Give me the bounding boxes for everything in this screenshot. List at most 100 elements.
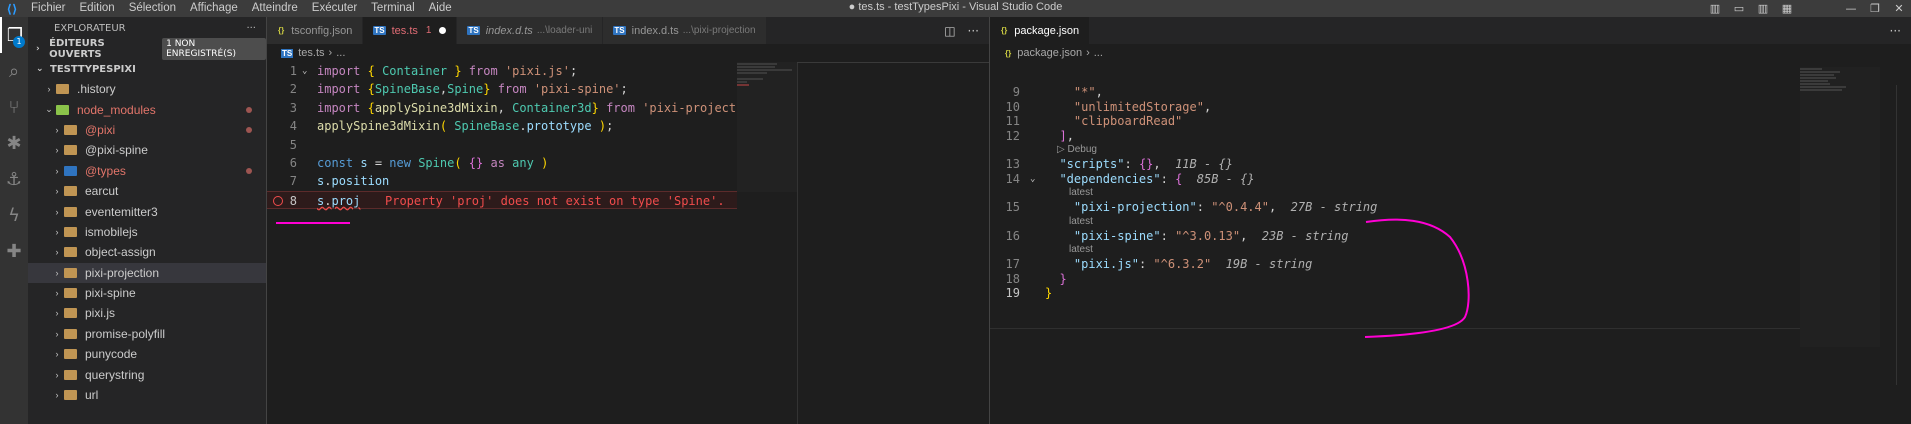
toggle-secondary-sidebar-icon[interactable]: ▥ (1751, 2, 1775, 15)
code-token: { (367, 82, 375, 97)
folder-icon (56, 104, 69, 115)
chevron-right-icon: › (55, 206, 59, 217)
chevron-right-icon: › (55, 349, 59, 360)
breadcrumb-rest-right[interactable]: ... (1094, 47, 1103, 59)
more-actions-icon[interactable]: ··· (962, 24, 985, 38)
debug-icon[interactable]: ✱ (0, 125, 28, 161)
extensions-icon[interactable]: ✚ (0, 233, 28, 269)
folder-icon (64, 369, 77, 380)
tree-item-label: .history (77, 82, 116, 97)
codelens-text[interactable]: latest (1069, 243, 1093, 257)
close-button[interactable]: ✕ (1887, 2, 1911, 15)
menu-item-atteindre[interactable]: Atteindre (245, 0, 305, 17)
more-actions-icon[interactable]: ··· (1884, 24, 1907, 38)
code-token: new (389, 155, 411, 170)
source-control-icon[interactable]: ⑂ (0, 89, 28, 125)
breadcrumb-file[interactable]: tes.ts (298, 47, 324, 59)
menu-item-aide[interactable]: Aide (422, 0, 459, 17)
codelens[interactable]: ▷ Debug (990, 143, 1911, 157)
menu-item-sélection[interactable]: Sélection (122, 0, 183, 17)
tree-item--history[interactable]: › .history (28, 79, 266, 99)
vertical-scrollbar-left[interactable] (797, 62, 811, 424)
codelens[interactable]: latest (990, 215, 1911, 229)
explorer-icon[interactable]: ❐ 1 (0, 17, 28, 53)
tree-item-ismobilejs[interactable]: › ismobilejs (28, 222, 266, 242)
code-editor-right[interactable]: 9 "*", 10 "unlimitedStorage", 11 "clipboar… (990, 85, 1911, 301)
breadcrumb-file-right[interactable]: package.json (1017, 47, 1082, 59)
tree-item-eventemitter3[interactable]: › eventemitter3 (28, 201, 266, 221)
code-editor-left[interactable]: 1 ⌄ import { Container } from 'pixi.js'; 2 i… (267, 62, 989, 210)
fold-chevron-icon[interactable]: ⌄ (302, 62, 307, 80)
explorer-more-icon[interactable]: ··· (246, 23, 256, 34)
annotation-underline (276, 222, 350, 224)
tree-item-pixi-projection[interactable]: › pixi-projection (28, 262, 266, 283)
code-token: : (1196, 200, 1212, 214)
codelens[interactable]: latest (990, 186, 1911, 200)
code-token: "scripts" (1059, 157, 1125, 171)
tree-item-label: pixi.js (85, 306, 116, 321)
tree-item-url[interactable]: › url (28, 385, 266, 405)
minimize-button[interactable]: — (1839, 2, 1863, 15)
split-editor-icon[interactable]: ◫ (938, 24, 961, 38)
tree-item--pixi-spine[interactable]: › @pixi-spine (28, 140, 266, 160)
tab-label: package.json (1014, 24, 1080, 37)
tab-index-d-ts[interactable]: TS index.d.ts ...\loader-uni (457, 17, 604, 44)
tree-item-promise-polyfill[interactable]: › promise-polyfill (28, 324, 266, 344)
json-file-icon: {} (1001, 26, 1008, 35)
menu-item-exécuter[interactable]: Exécuter (305, 0, 364, 17)
fold-chevron-icon[interactable]: ⌄ (1030, 172, 1035, 187)
tree-item-label: @pixi (85, 122, 116, 137)
codelens-text[interactable]: latest (1069, 215, 1093, 229)
tree-item-object-assign[interactable]: › object-assign (28, 242, 266, 262)
tab-package-json[interactable]: {} package.json (990, 17, 1091, 44)
tree-item--pixi[interactable]: › @pixi (28, 120, 266, 140)
tree-item-earcut[interactable]: › earcut (28, 181, 266, 201)
restore-button[interactable]: ❐ (1863, 2, 1887, 15)
code-token: ( (439, 119, 448, 134)
breadcrumb-right: {} package.json › ... (990, 44, 1911, 62)
open-editors-section[interactable]: › ÉDITEURS OUVERTS 1 NON ENREGISTRÉ(S) (28, 38, 266, 60)
tree-item-node-modules[interactable]: ⌄ node_modules (28, 99, 266, 119)
menu-item-affichage[interactable]: Affichage (183, 0, 245, 17)
workspace-section[interactable]: ⌄ TESTTYPESPIXI (28, 59, 266, 79)
minimap-slider-left[interactable] (737, 62, 797, 192)
search-icon[interactable]: ⌕ (0, 53, 28, 89)
vertical-scrollbar-right[interactable] (1896, 85, 1910, 385)
customize-layout-icon[interactable]: ▦ (1775, 2, 1799, 15)
codelens[interactable]: latest (990, 243, 1911, 257)
codelens-text[interactable]: ▷ Debug (1057, 143, 1097, 157)
breadcrumb-rest[interactable]: ... (336, 47, 345, 59)
code-text: "pixi.js": "^6.3.2" 19B - string (1045, 257, 1312, 272)
code-token: import (317, 82, 361, 97)
unsaved-badge: 1 NON ENREGISTRÉ(S) (162, 38, 266, 60)
codelens-text[interactable]: latest (1069, 186, 1093, 200)
tree-item-pixi-spine[interactable]: › pixi-spine (28, 283, 266, 303)
line-highlight-border (990, 328, 1800, 329)
anchor-icon[interactable]: ⚓ (0, 161, 28, 197)
minimap-slider-right[interactable] (1800, 67, 1880, 347)
toggle-panel-icon[interactable]: ▭ (1727, 2, 1751, 15)
code-token: , (439, 82, 448, 97)
code-token: , (1240, 228, 1262, 243)
code-line: 1 ⌄ import { Container } from 'pixi.js'; (267, 62, 737, 80)
code-token: 'pixi.js' (504, 64, 570, 78)
toggle-sidebar-icon[interactable]: ▥ (1703, 2, 1727, 15)
menu-item-fichier[interactable]: Fichier (24, 0, 73, 17)
lightning-icon[interactable]: ϟ (0, 197, 28, 233)
unsaved-dot-icon[interactable] (439, 27, 447, 34)
code-line: 2 import {SpineBase,Spine} from 'pixi-spi… (267, 80, 737, 98)
code-token: , (1095, 85, 1103, 99)
tree-item--types[interactable]: › @types (28, 161, 266, 181)
line-number: 12 (1005, 128, 1020, 143)
tree-item-pixi-js[interactable]: › pixi.js (28, 303, 266, 323)
tab-tsconfig-json[interactable]: {} tsconfig.json (267, 17, 364, 44)
tab-index-d-ts[interactable]: TS index.d.ts ...\pixi-projection (603, 17, 767, 44)
tree-item-querystring[interactable]: › querystring (28, 364, 266, 384)
tab-tes-ts[interactable]: TS tes.ts 1 (363, 17, 458, 44)
menu-item-terminal[interactable]: Terminal (364, 0, 421, 17)
tree-item-punycode[interactable]: › punycode (28, 344, 266, 364)
menu-item-edition[interactable]: Edition (73, 0, 122, 17)
